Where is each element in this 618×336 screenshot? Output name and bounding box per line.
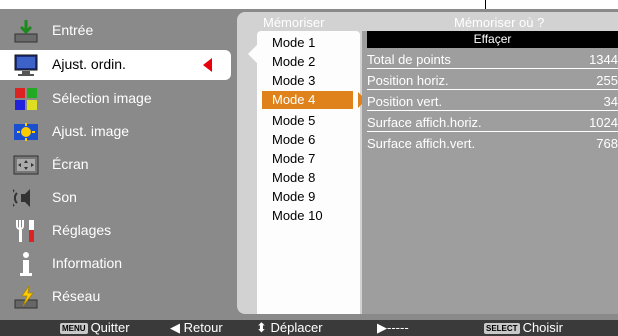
- select-label: Choisir: [522, 320, 564, 335]
- menu-item-ajust-image[interactable]: Ajust. image: [0, 117, 231, 147]
- menu-item-son[interactable]: Son: [0, 183, 231, 213]
- menu-item-label: Réglages: [52, 222, 112, 238]
- row-underline: [367, 131, 618, 132]
- info-row-surface-vert: Surface affich.vert. 768: [367, 134, 618, 153]
- row-underline: [367, 89, 618, 90]
- info-value: 768: [596, 136, 618, 151]
- image-adjust-icon: [14, 123, 38, 141]
- memorize-header: Mémoriser: [263, 15, 325, 30]
- settings-icon: [16, 220, 34, 242]
- info-row-position-horiz: Position horiz. 255: [367, 71, 618, 90]
- menu-item-label: Ajust. image: [52, 123, 130, 139]
- mode-list: Mode 1 Mode 2 Mode 3 Mode 4 Mode 5 Mode …: [248, 31, 366, 314]
- mode-item-3[interactable]: Mode 3: [262, 72, 353, 90]
- menu-item-label: Information: [52, 255, 123, 271]
- info-label: Surface affich.horiz.: [367, 115, 482, 130]
- selection-arrow-icon: [203, 58, 212, 72]
- help-next: ▶-----: [377, 320, 409, 336]
- menu-item-reglages[interactable]: Réglages: [0, 216, 231, 246]
- menu-item-selection-image[interactable]: Sélection image: [0, 84, 231, 114]
- info-value: 255: [596, 73, 618, 88]
- mode-info-panel: Effaçer Total de points 1344 Position ho…: [362, 31, 618, 314]
- help-move: ⬍ Déplacer: [256, 320, 323, 336]
- back-label: Retour: [183, 320, 223, 335]
- info-value: 1344: [589, 52, 618, 67]
- image-select-icon: [15, 88, 37, 110]
- row-underline: [367, 68, 618, 69]
- mode-item-5[interactable]: Mode 5: [262, 112, 353, 130]
- help-quit: MENU Quitter: [60, 320, 130, 336]
- mode-item-2[interactable]: Mode 2: [262, 53, 353, 71]
- screen-icon: [13, 155, 39, 175]
- information-icon: [20, 252, 32, 276]
- menu-key-icon: MENU: [60, 323, 88, 334]
- mode-item-10[interactable]: Mode 10: [262, 207, 353, 225]
- erase-option[interactable]: Effaçer: [367, 31, 618, 48]
- mode-item-1[interactable]: Mode 1: [262, 34, 353, 52]
- main-menu: Entrée Ajust. ordin. Sélection image Aju…: [0, 9, 231, 320]
- pc-adjust-panel: Mémoriser Mémoriser où ? Mode 1 Mode 2 M…: [237, 12, 618, 314]
- next-label: -----: [387, 320, 409, 335]
- mode-item-8[interactable]: Mode 8: [262, 169, 353, 187]
- menu-item-information[interactable]: Information: [0, 249, 231, 279]
- up-down-arrow-icon: ⬍: [256, 320, 267, 335]
- menu-item-ecran[interactable]: Écran: [0, 150, 231, 180]
- menu-item-label: Sélection image: [52, 90, 152, 106]
- projector-osd: Entrée Ajust. ordin. Sélection image Aju…: [0, 9, 618, 320]
- mode-item-4[interactable]: Mode 4: [262, 91, 366, 109]
- help-bar: MENU Quitter ◀ Retour ⬍ Déplacer ▶----- S…: [0, 320, 618, 336]
- help-select: SELECT Choisir: [484, 320, 563, 336]
- row-underline: [367, 110, 618, 111]
- menu-item-label: Écran: [52, 156, 89, 172]
- menu-item-entree[interactable]: Entrée: [0, 16, 231, 46]
- info-label: Total de points: [367, 52, 451, 67]
- memorize-where-header: Mémoriser où ?: [454, 15, 545, 30]
- info-row-surface-horiz: Surface affich.horiz. 1024: [367, 113, 618, 132]
- info-label: Position vert.: [367, 94, 443, 109]
- menu-item-label: Son: [52, 189, 77, 205]
- menu-item-ajust-ordin[interactable]: Ajust. ordin.: [0, 50, 231, 80]
- input-icon: [14, 20, 38, 43]
- menu-item-reseau[interactable]: Réseau: [0, 282, 231, 312]
- right-arrow-icon: ▶: [377, 320, 387, 335]
- info-label: Position horiz.: [367, 73, 449, 88]
- help-back: ◀ Retour: [170, 320, 223, 336]
- network-icon: [14, 285, 38, 309]
- move-label: Déplacer: [270, 320, 323, 335]
- quit-label: Quitter: [90, 320, 130, 335]
- menu-item-label: Entrée: [52, 22, 94, 38]
- submenu-pointer: [248, 45, 257, 63]
- select-key-icon: SELECT: [484, 323, 520, 334]
- mode-item-label: Mode 4: [272, 92, 316, 107]
- info-row-total-points: Total de points 1344: [367, 50, 618, 69]
- info-label: Surface affich.vert.: [367, 136, 476, 151]
- menu-item-label: Ajust. ordin.: [52, 56, 126, 72]
- mode-item-9[interactable]: Mode 9: [262, 188, 353, 206]
- info-value: 34: [603, 94, 618, 109]
- pc-adjust-icon: [14, 54, 38, 76]
- info-value: 1024: [589, 115, 618, 130]
- left-arrow-icon: ◀: [170, 320, 180, 335]
- info-row-position-vert: Position vert. 34: [367, 92, 618, 111]
- sound-icon: [13, 189, 30, 207]
- mode-item-7[interactable]: Mode 7: [262, 150, 353, 168]
- menu-item-label: Réseau: [52, 288, 101, 304]
- mode-item-6[interactable]: Mode 6: [262, 131, 353, 149]
